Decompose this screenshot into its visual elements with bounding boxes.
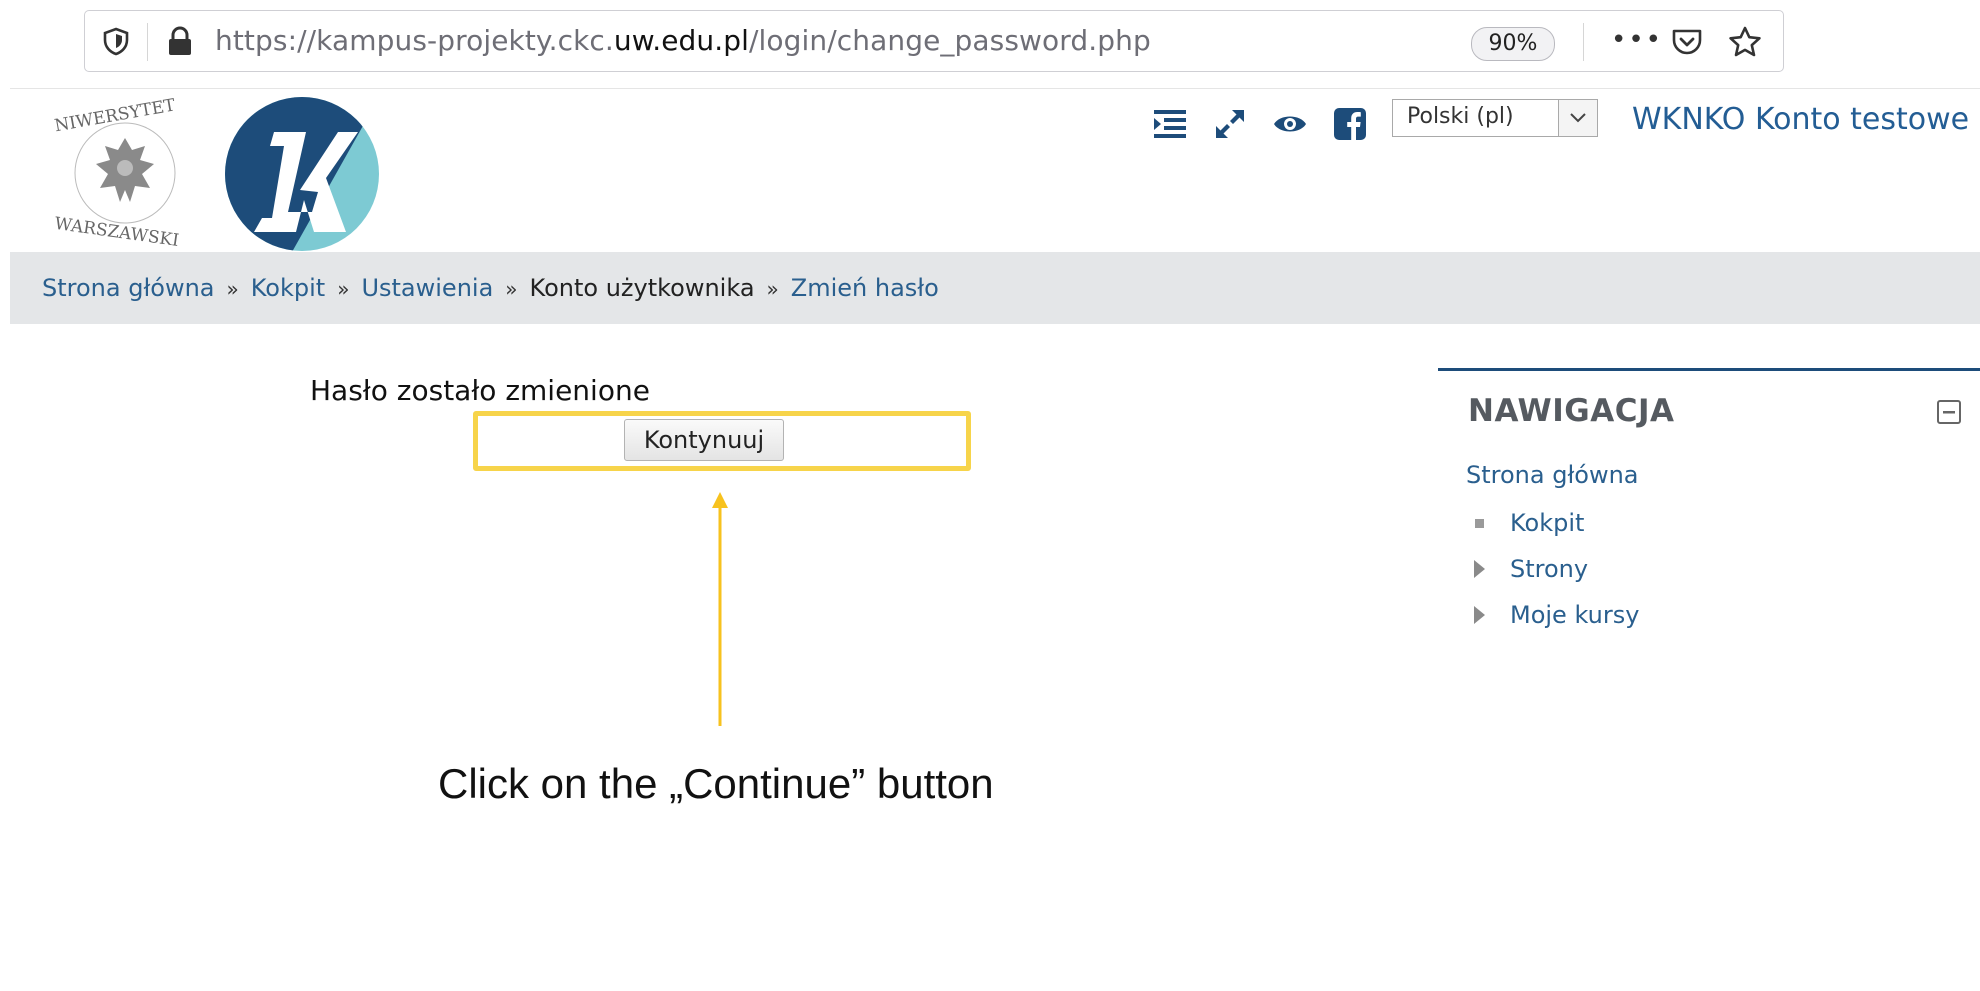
breadcrumb-home[interactable]: Strona główna xyxy=(42,274,215,302)
expand-arrow-icon xyxy=(1474,560,1485,578)
breadcrumb-separator: » xyxy=(766,277,779,301)
url-prefix: https://kampus-projekty.ckc. xyxy=(215,24,614,57)
breadcrumb-bar: Strona główna » Kokpit » Ustawienia » Konto uż… xyxy=(10,252,1980,324)
address-bar[interactable]: https://kampus-projekty.ckc.uw.edu.pl/lo… xyxy=(84,10,1784,72)
svg-text:NIWERSYTET: NIWERSYTET xyxy=(53,98,177,136)
breadcrumb-separator: » xyxy=(337,277,350,301)
nav-item-label: Moje kursy xyxy=(1510,601,1640,629)
url-text[interactable]: https://kampus-projekty.ckc.uw.edu.pl/lo… xyxy=(215,25,1151,57)
header-divider xyxy=(10,88,1980,89)
url-path: /login/change_password.php xyxy=(749,24,1151,57)
eye-icon[interactable] xyxy=(1272,106,1308,142)
password-changed-notice: Hasło zostało zmienione xyxy=(310,374,650,407)
user-menu[interactable]: WKNKO Konto testowe xyxy=(1632,102,1980,137)
instruction-caption: Click on the „Continue” button xyxy=(438,760,994,807)
bookmark-star-icon[interactable] xyxy=(1727,25,1763,59)
nav-item-label: Kokpit xyxy=(1510,509,1585,537)
expand-arrow-icon xyxy=(1474,606,1485,624)
dropdown-arrow-container xyxy=(1558,100,1597,136)
nav-home-link[interactable]: Strona główna xyxy=(1466,461,1639,489)
chevron-down-icon xyxy=(1570,113,1586,123)
annotation-arrow xyxy=(712,492,728,726)
divider xyxy=(147,23,148,61)
breadcrumb-settings[interactable]: Ustawienia xyxy=(361,274,493,302)
breadcrumb-separator: » xyxy=(505,277,518,301)
svg-text:WARSZAWSKI: WARSZAWSKI xyxy=(53,214,180,248)
url-domain: uw.edu.pl xyxy=(613,24,749,57)
language-select-value: Polski (pl) xyxy=(1407,104,1514,129)
fullscreen-icon[interactable] xyxy=(1212,106,1248,142)
breadcrumb-change-password[interactable]: Zmień hasło xyxy=(791,274,939,302)
breadcrumb: Strona główna » Kokpit » Ustawienia » Konto uż… xyxy=(42,272,939,305)
divider xyxy=(1583,23,1584,61)
collapse-block-icon[interactable] xyxy=(1936,399,1962,425)
university-logo[interactable]: NIWERSYTET WARSZAWSKI xyxy=(50,98,200,248)
page-actions-menu-icon[interactable]: ••• xyxy=(1611,25,1663,55)
bullet-square-icon xyxy=(1475,519,1484,528)
navigation-block-title: NAWIGACJA xyxy=(1468,393,1675,429)
user-name: WKNKO Konto testowe xyxy=(1632,102,1970,137)
tracking-protection-shield-icon[interactable] xyxy=(101,26,131,56)
kampus-logo[interactable] xyxy=(222,92,382,252)
facebook-icon[interactable] xyxy=(1332,106,1368,142)
lock-icon[interactable] xyxy=(165,25,195,57)
list-toggle-icon[interactable] xyxy=(1152,106,1188,142)
breadcrumb-dashboard[interactable]: Kokpit xyxy=(251,274,325,302)
pocket-icon[interactable] xyxy=(1670,26,1704,58)
zoom-indicator[interactable]: 90% xyxy=(1471,27,1555,61)
nav-item-label: Strony xyxy=(1510,555,1589,583)
continue-button[interactable]: Kontynuuj xyxy=(624,419,784,461)
navigation-block: NAWIGACJA Strona główna Kokpit Strony Mo… xyxy=(1438,368,1980,671)
breadcrumb-user-account: Konto użytkownika xyxy=(529,274,755,302)
breadcrumb-separator: » xyxy=(226,277,239,301)
language-select[interactable]: Polski (pl) xyxy=(1392,99,1598,137)
